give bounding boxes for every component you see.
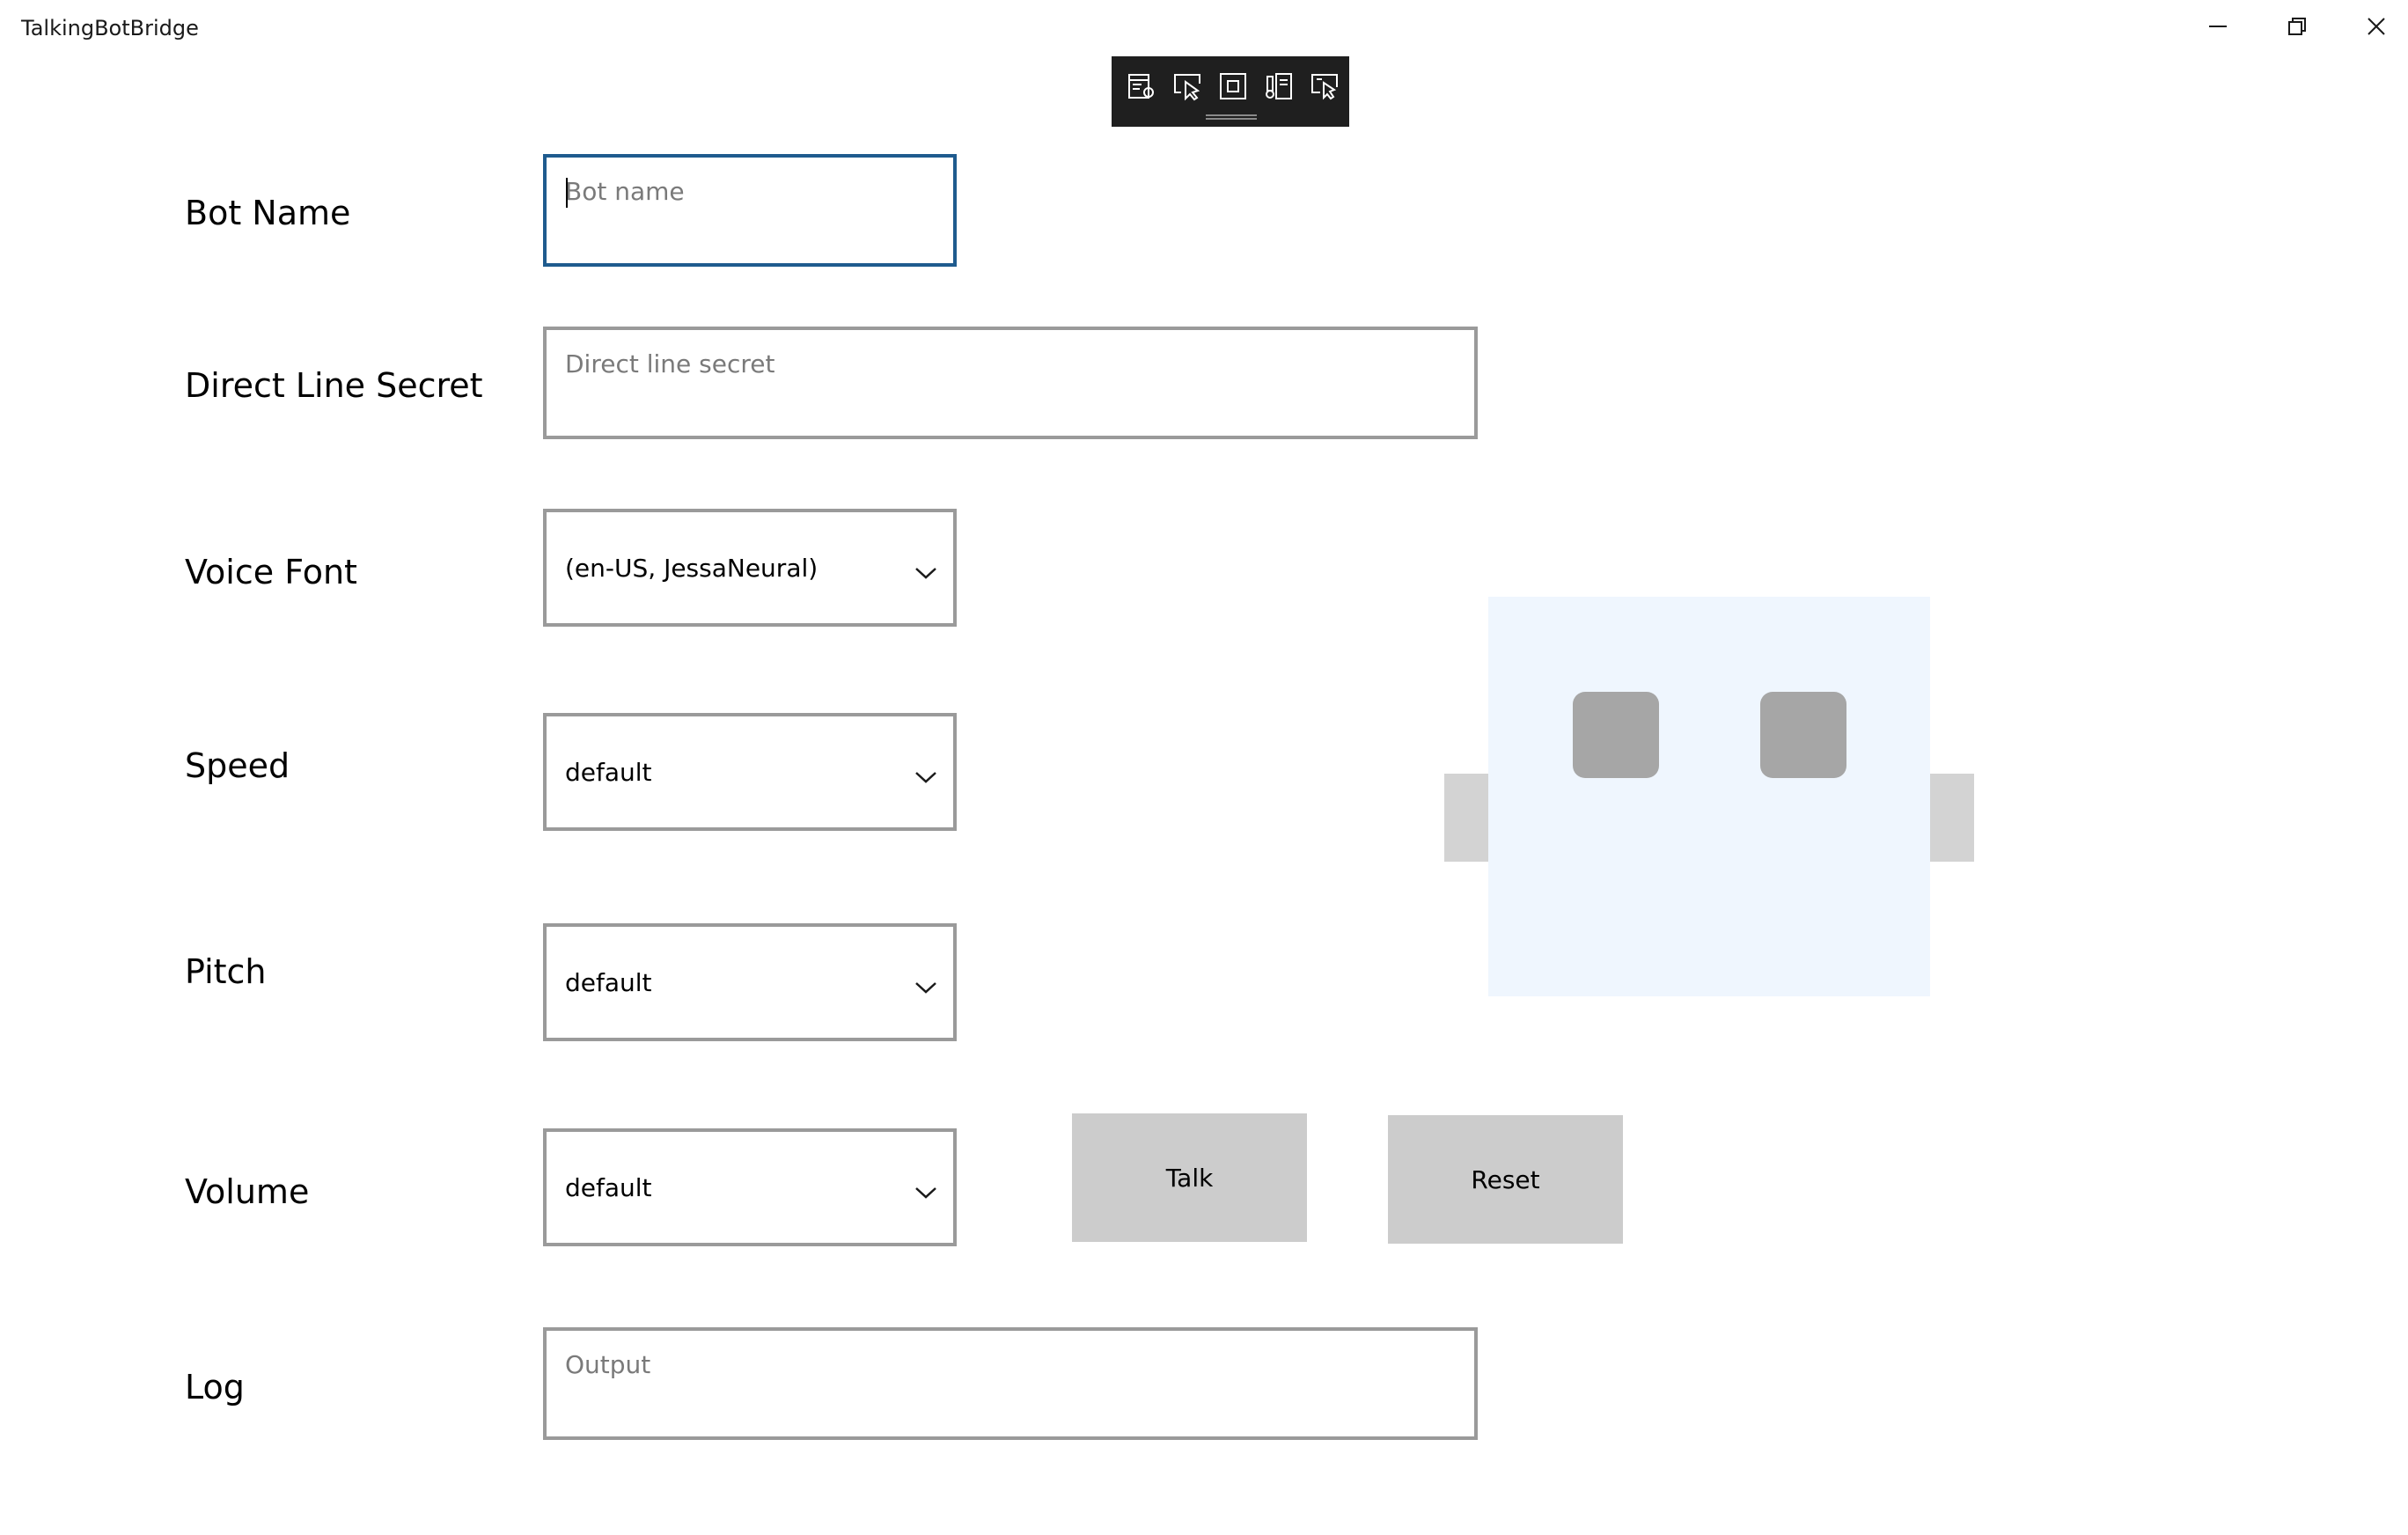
pitch-dropdown[interactable]: default <box>543 923 957 1041</box>
track-focused-element-button[interactable] <box>1259 69 1298 107</box>
robot-right-ear <box>1930 774 1974 862</box>
robot-left-ear <box>1444 774 1488 862</box>
voice-font-label: Voice Font <box>185 553 357 591</box>
robot-left-eye <box>1573 692 1659 778</box>
chevron-down-icon <box>914 559 937 579</box>
bot-name-placeholder: Bot name <box>565 177 685 206</box>
talk-button[interactable]: Talk <box>1072 1113 1307 1242</box>
restore-button[interactable] <box>2258 0 2337 56</box>
log-output[interactable]: Output <box>543 1327 1478 1440</box>
track-focused-element-icon <box>1264 71 1294 105</box>
display-layout-adorners-icon <box>1218 71 1248 105</box>
display-layout-adorners-button[interactable] <box>1214 69 1252 107</box>
select-element-button[interactable] <box>1168 69 1207 107</box>
app-title: TalkingBotBridge <box>21 16 199 40</box>
reset-button[interactable]: Reset <box>1388 1115 1623 1244</box>
voice-font-dropdown[interactable]: (en-US, JessaNeural) <box>543 509 957 627</box>
log-label: Log <box>185 1368 245 1406</box>
close-icon <box>2366 16 2387 40</box>
volume-label: Volume <box>185 1172 310 1211</box>
preview-selection-icon <box>1310 71 1340 105</box>
volume-dropdown[interactable]: default <box>543 1128 957 1246</box>
direct-line-secret-label: Direct Line Secret <box>185 366 483 405</box>
preview-selection-button[interactable] <box>1305 69 1344 107</box>
pitch-selected: default <box>565 967 652 997</box>
speed-selected: default <box>565 757 652 787</box>
chevron-down-icon <box>914 973 937 994</box>
robot-face <box>1488 597 1930 996</box>
live-visual-tree-icon <box>1127 71 1156 105</box>
minimize-button[interactable] <box>2178 0 2258 56</box>
volume-selected: default <box>565 1172 652 1202</box>
close-button[interactable] <box>2337 0 2408 56</box>
text-caret <box>566 178 568 208</box>
xaml-debug-toolbar <box>1112 56 1349 127</box>
speed-dropdown[interactable]: default <box>543 713 957 831</box>
bot-name-label: Bot Name <box>185 194 351 232</box>
log-placeholder: Output <box>565 1350 651 1379</box>
select-element-icon <box>1172 71 1202 105</box>
toolbar-drag-handle[interactable] <box>1206 114 1257 120</box>
speed-label: Speed <box>185 746 290 785</box>
live-visual-tree-button[interactable] <box>1122 69 1161 107</box>
pitch-label: Pitch <box>185 952 267 991</box>
direct-line-secret-placeholder: Direct line secret <box>565 349 775 378</box>
chevron-down-icon <box>914 1179 937 1199</box>
voice-font-selected: (en-US, JessaNeural) <box>565 553 819 583</box>
chevron-down-icon <box>914 763 937 783</box>
minimize-icon <box>2207 16 2228 40</box>
direct-line-secret-input[interactable]: Direct line secret <box>543 327 1478 439</box>
robot-right-eye <box>1760 692 1846 778</box>
restore-icon <box>2287 16 2308 40</box>
bot-name-input[interactable]: Bot name <box>543 154 957 267</box>
